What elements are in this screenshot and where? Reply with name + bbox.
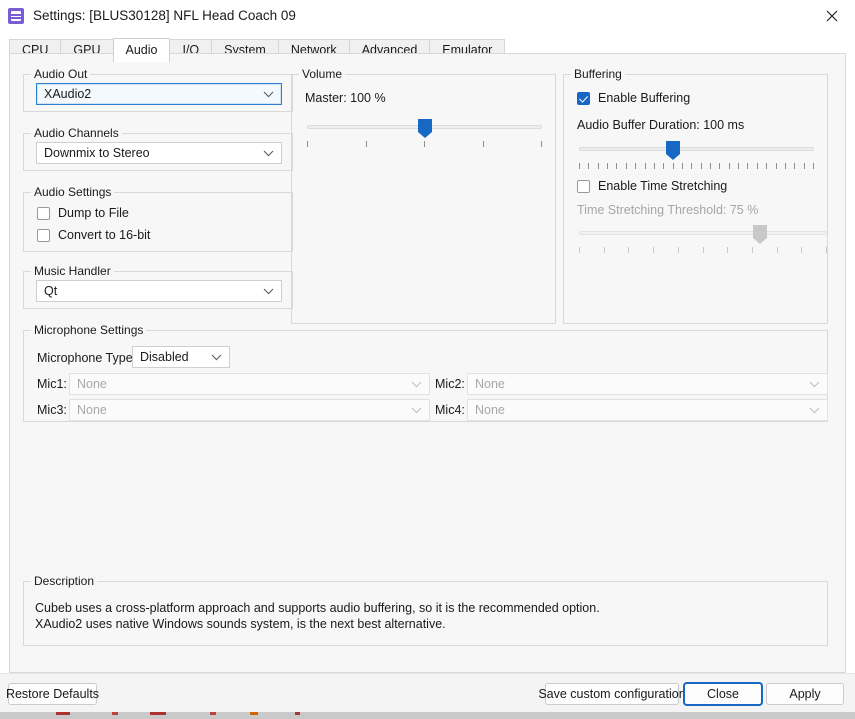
convert-to-16bit-label: Convert to 16-bit <box>58 228 151 242</box>
mic3-label: Mic3: <box>37 403 67 417</box>
audio-out-select[interactable]: XAudio2 <box>36 83 282 105</box>
mic4-label: Mic4: <box>435 403 465 417</box>
mic2-value: None <box>475 377 505 391</box>
description-text: Cubeb uses a cross-platform approach and… <box>35 601 600 631</box>
volume-group-label: Volume <box>299 67 346 81</box>
dump-to-file-checkbox[interactable]: Dump to File <box>37 206 129 220</box>
mic1-label: Mic1: <box>37 377 67 391</box>
mic4-value: None <box>475 403 505 417</box>
slider-ticks <box>579 247 827 255</box>
chevron-down-icon <box>411 400 422 420</box>
background-window-text-sliver <box>0 712 300 715</box>
enable-time-stretching-checkbox[interactable]: Enable Time Stretching <box>577 179 727 193</box>
enable-buffering-label: Enable Buffering <box>598 91 691 105</box>
slider-handle[interactable] <box>417 119 432 138</box>
slider-handle[interactable] <box>753 225 768 244</box>
audio-out-value: XAudio2 <box>44 87 92 101</box>
chevron-down-icon <box>809 400 820 420</box>
music-handler-value: Qt <box>44 284 58 298</box>
audio-channels-value: Downmix to Stereo <box>44 146 150 160</box>
slider-ticks <box>307 141 542 149</box>
window-title: Settings: [BLUS30128] NFL Head Coach 09 <box>33 8 296 23</box>
mic4-select[interactable]: None <box>467 399 828 421</box>
chevron-down-icon <box>411 374 422 394</box>
music-handler-group-label: Music Handler <box>31 264 114 278</box>
music-handler-group: Music Handler Qt <box>23 264 293 309</box>
music-handler-select[interactable]: Qt <box>36 280 282 302</box>
dialog-button-bar: Restore Defaults Save custom configurati… <box>0 673 855 713</box>
audio-channels-group-label: Audio Channels <box>31 126 122 140</box>
settings-window: Settings: [BLUS30128] NFL Head Coach 09 … <box>0 0 855 713</box>
mic3-select[interactable]: None <box>69 399 430 421</box>
slider-ticks <box>579 163 814 171</box>
chevron-down-icon <box>263 143 274 163</box>
audio-settings-page: Audio Out XAudio2 Audio Channels Downmix… <box>9 53 846 673</box>
audio-settings-group-label: Audio Settings <box>31 185 115 199</box>
checkbox-box <box>577 179 590 193</box>
chevron-down-icon <box>263 281 274 301</box>
audio-channels-select[interactable]: Downmix to Stereo <box>36 142 282 164</box>
chevron-down-icon <box>263 84 274 104</box>
slider-track <box>579 147 814 151</box>
restore-defaults-button[interactable]: Restore Defaults <box>6 683 99 705</box>
microphone-settings-group: Microphone Settings Microphone Type: Dis… <box>23 323 828 422</box>
dump-to-file-label: Dump to File <box>58 206 129 220</box>
buffering-group-label: Buffering <box>571 67 625 81</box>
close-button[interactable]: Close <box>684 683 762 705</box>
volume-group: Volume Master: 100 % <box>291 67 556 324</box>
convert-to-16bit-checkbox[interactable]: Convert to 16-bit <box>37 228 150 242</box>
microphone-type-value: Disabled <box>140 350 189 364</box>
tab-strip: CPU GPU Audio I/O System Network Advance… <box>0 31 855 62</box>
mic1-select[interactable]: None <box>69 373 430 395</box>
slider-track <box>579 231 827 235</box>
chevron-down-icon <box>809 374 820 394</box>
tab-audio[interactable]: Audio <box>112 38 171 62</box>
enable-time-stretching-label: Enable Time Stretching <box>598 179 728 193</box>
apply-button[interactable]: Apply <box>766 683 844 705</box>
audio-out-group: Audio Out XAudio2 <box>23 67 293 112</box>
mic2-select[interactable]: None <box>467 373 828 395</box>
mic2-label: Mic2: <box>435 377 465 391</box>
description-group: Description Cubeb uses a cross-platform … <box>23 574 828 646</box>
master-volume-label: Master: 100 % <box>305 91 386 105</box>
audio-channels-group: Audio Channels Downmix to Stereo <box>23 126 293 171</box>
checkbox-box <box>577 91 590 105</box>
background-window-edge <box>0 712 855 719</box>
time-stretching-threshold-label: Time Stretching Threshold: 75 % <box>577 203 759 217</box>
save-custom-configuration-button[interactable]: Save custom configuration <box>538 683 686 705</box>
audio-buffer-duration-label: Audio Buffer Duration: 100 ms <box>577 118 745 132</box>
mic3-value: None <box>77 403 107 417</box>
buffering-group: Buffering Enable Buffering Audio Buffer … <box>563 67 828 324</box>
slider-handle[interactable] <box>666 141 680 160</box>
chevron-down-icon <box>211 347 222 367</box>
enable-buffering-checkbox[interactable]: Enable Buffering <box>577 91 690 105</box>
audio-out-group-label: Audio Out <box>31 67 91 81</box>
title-bar: Settings: [BLUS30128] NFL Head Coach 09 <box>0 0 855 31</box>
mic1-value: None <box>77 377 107 391</box>
close-icon[interactable] <box>809 0 855 31</box>
settings-window-icon <box>8 7 24 24</box>
checkbox-box <box>37 228 50 242</box>
microphone-type-select[interactable]: Disabled <box>132 346 230 368</box>
description-group-label: Description <box>31 574 98 588</box>
microphone-settings-group-label: Microphone Settings <box>31 323 147 337</box>
audio-settings-group: Audio Settings Dump to File Convert to 1… <box>23 185 293 252</box>
microphone-type-label: Microphone Type: <box>37 351 137 365</box>
checkbox-box <box>37 206 50 220</box>
